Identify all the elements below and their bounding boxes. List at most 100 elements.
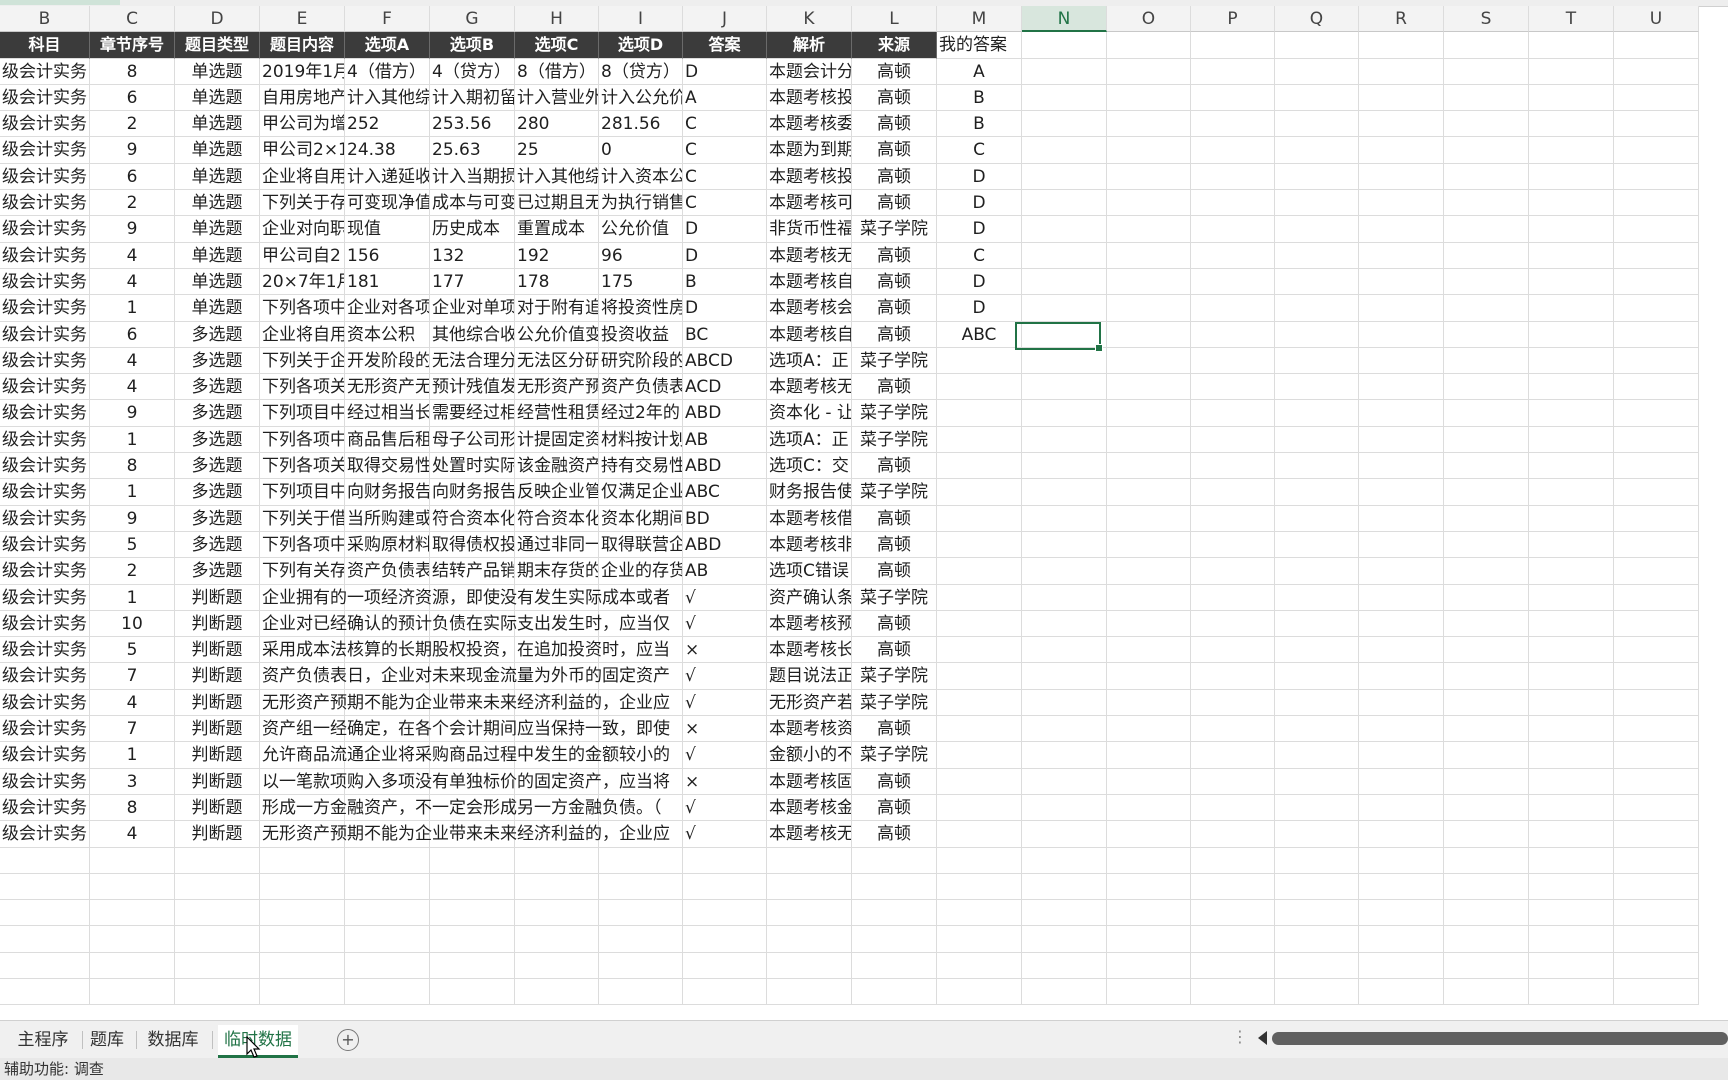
table-cell[interactable] <box>1444 137 1529 164</box>
table-cell[interactable]: 单选题 <box>175 216 260 243</box>
field-header[interactable]: 题目类型 <box>175 32 260 59</box>
table-cell[interactable]: 高顿 <box>852 268 937 296</box>
table-cell[interactable] <box>937 479 1022 506</box>
table-cell[interactable] <box>430 873 515 901</box>
table-cell[interactable]: 下列各项关 <box>260 374 345 401</box>
table-cell[interactable] <box>1107 137 1191 164</box>
table-cell[interactable]: 25 <box>515 137 599 164</box>
table-cell[interactable] <box>1022 663 1107 690</box>
table-cell[interactable] <box>1275 926 1359 953</box>
table-cell[interactable] <box>937 584 1022 611</box>
table-cell[interactable] <box>1275 321 1359 348</box>
table-cell[interactable]: 判断题 <box>175 637 260 664</box>
table-cell[interactable] <box>767 952 852 979</box>
table-cell[interactable]: 本题考核资 <box>767 716 852 743</box>
horizontal-scrollbar[interactable] <box>1272 1032 1728 1045</box>
table-cell[interactable]: 资产负债表 <box>599 374 683 401</box>
table-cell[interactable] <box>937 374 1022 401</box>
table-cell[interactable] <box>1022 137 1107 164</box>
table-cell[interactable] <box>1275 742 1359 769</box>
table-cell[interactable]: 向财务报告 <box>345 479 430 506</box>
table-cell[interactable] <box>1614 847 1699 874</box>
table-cell[interactable] <box>1107 610 1191 638</box>
table-cell[interactable]: 本题考核自 <box>767 321 852 348</box>
table-cell[interactable] <box>937 505 1022 532</box>
table-cell[interactable] <box>1444 347 1529 375</box>
table-cell[interactable] <box>1107 689 1191 717</box>
table-cell[interactable] <box>1275 531 1359 559</box>
table-cell[interactable]: 2 <box>90 111 175 138</box>
table-cell[interactable] <box>1444 216 1529 243</box>
table-cell[interactable] <box>1275 190 1359 217</box>
table-cell[interactable] <box>1614 637 1699 664</box>
table-cell[interactable]: 结转产品销 <box>430 558 515 585</box>
table-cell[interactable] <box>1107 111 1191 138</box>
table-cell[interactable] <box>345 847 430 874</box>
table-cell[interactable] <box>0 978 90 1006</box>
table-cell[interactable] <box>1275 978 1359 1006</box>
table-cell[interactable]: 其他综合收 <box>430 321 515 348</box>
tab-question-bank[interactable]: 题库 <box>86 1025 128 1055</box>
table-cell[interactable]: 181 <box>345 268 430 296</box>
table-cell[interactable] <box>852 978 937 1006</box>
table-cell[interactable]: A <box>683 84 767 112</box>
table-cell[interactable] <box>937 926 1022 953</box>
table-cell[interactable] <box>1359 873 1444 901</box>
table-cell[interactable]: 通过非同一 <box>515 531 599 559</box>
table-cell[interactable]: D <box>683 58 767 85</box>
table-cell[interactable] <box>515 926 599 953</box>
table-cell[interactable] <box>1022 453 1107 480</box>
table-cell[interactable] <box>1529 637 1614 664</box>
table-cell[interactable]: 仅满足企业 <box>599 479 683 506</box>
table-cell[interactable] <box>1022 190 1107 217</box>
spreadsheet-grid[interactable]: B C D E F G H I J K L M N O P Q R S T U 科目 章节序号 题目类型 题目内容 选项A 选项B… <box>0 6 1728 1006</box>
table-cell[interactable]: 9 <box>90 400 175 427</box>
table-cell[interactable] <box>1444 453 1529 480</box>
table-cell[interactable] <box>852 873 937 901</box>
table-cell[interactable]: 4 <box>90 242 175 269</box>
table-cell[interactable]: 132 <box>430 242 515 269</box>
table-cell[interactable] <box>1022 163 1107 191</box>
table-cell[interactable]: 资产负债表日，企业对未来现金流量为外币的固定资产 <box>260 663 670 690</box>
table-cell[interactable]: 无形资产无 <box>345 374 430 401</box>
table-cell[interactable] <box>1191 137 1275 164</box>
table-cell[interactable] <box>1529 347 1614 375</box>
table-cell[interactable] <box>1614 400 1699 427</box>
table-cell[interactable]: 题目说法正 <box>767 663 852 690</box>
table-cell[interactable]: 单选题 <box>175 242 260 269</box>
table-cell[interactable]: 下列各项中 <box>260 295 345 322</box>
table-cell[interactable]: 高顿 <box>852 58 937 85</box>
table-cell[interactable]: 判断题 <box>175 742 260 769</box>
table-cell[interactable] <box>1444 32 1529 59</box>
table-cell[interactable]: 级会计实务 <box>0 742 90 769</box>
table-cell[interactable]: 公允价值变 <box>515 321 599 348</box>
table-cell[interactable] <box>1529 479 1614 506</box>
table-cell[interactable] <box>1022 873 1107 901</box>
table-cell[interactable] <box>1191 453 1275 480</box>
table-cell[interactable] <box>1107 978 1191 1006</box>
table-cell[interactable]: 级会计实务 <box>0 637 90 664</box>
table-cell[interactable]: 高顿 <box>852 821 937 848</box>
table-cell[interactable] <box>937 453 1022 480</box>
table-cell[interactable]: 企业对各项 <box>345 295 430 322</box>
table-cell[interactable] <box>1444 663 1529 690</box>
table-cell[interactable]: 级会计实务 <box>0 610 90 638</box>
table-cell[interactable]: 7 <box>90 663 175 690</box>
table-cell[interactable] <box>1444 742 1529 769</box>
table-cell[interactable]: 280 <box>515 111 599 138</box>
table-cell[interactable] <box>1191 926 1275 953</box>
table-cell[interactable] <box>937 768 1022 795</box>
table-cell[interactable]: 高顿 <box>852 111 937 138</box>
table-cell[interactable] <box>1107 716 1191 743</box>
table-cell[interactable] <box>937 689 1022 717</box>
table-cell[interactable] <box>175 926 260 953</box>
table-cell[interactable] <box>1191 558 1275 585</box>
table-cell[interactable] <box>1359 794 1444 822</box>
table-cell[interactable] <box>1529 610 1614 638</box>
table-cell[interactable]: 本题考核投 <box>767 84 852 112</box>
table-cell[interactable]: × <box>683 768 767 795</box>
table-cell[interactable] <box>1191 84 1275 112</box>
table-cell[interactable] <box>599 847 683 874</box>
table-cell[interactable]: × <box>683 716 767 743</box>
table-cell[interactable] <box>430 926 515 953</box>
